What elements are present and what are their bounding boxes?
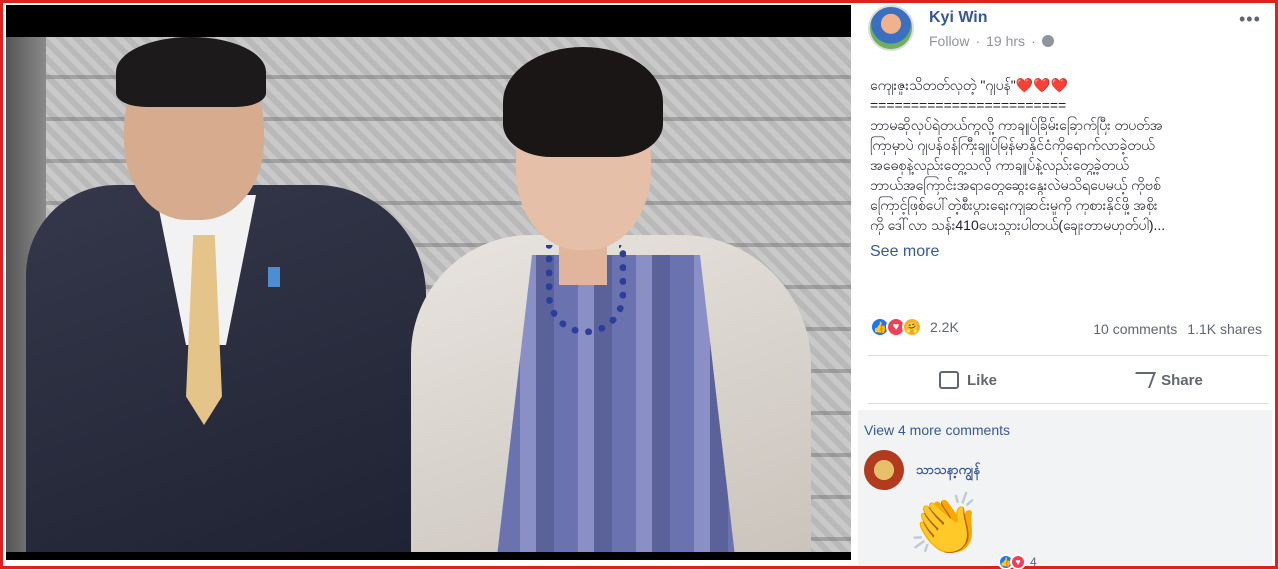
see-more-link[interactable]: See more bbox=[870, 243, 939, 261]
action-bar: Like Share bbox=[868, 363, 1268, 397]
post-line-1: ကျေးဇူးသိတတ်လှတဲ့ "ဂျပန်"❤️❤️❤️ bbox=[870, 77, 1069, 93]
hearts-emoji: ❤️❤️❤️ bbox=[1015, 77, 1069, 93]
share-arrow-icon bbox=[1130, 372, 1157, 388]
post-text: ကျေးဇူးသိတတ်လှတဲ့ "ဂျပန်"❤️❤️❤️ ========… bbox=[870, 75, 1265, 235]
post-line-3: ဘာမဆိုလုပ်ရဲတယ်ကွလို့ ကာချုပ်ခြိမ်းခြောက… bbox=[870, 117, 1163, 133]
post-line-6: ဘာယ်အကြောင်းအရာတွေဆွေးနွေးလဲမသိရပေမယ့် က… bbox=[870, 177, 1161, 193]
like-button[interactable]: Like bbox=[868, 363, 1068, 397]
post-time[interactable]: 19 hrs bbox=[986, 33, 1025, 49]
commenter-avatar[interactable] bbox=[864, 450, 904, 490]
share-button[interactable]: Share bbox=[1068, 363, 1268, 397]
engagement-counts: 10 comments 1.1K shares bbox=[1093, 321, 1262, 337]
divider bbox=[868, 355, 1268, 356]
globe-icon bbox=[1041, 35, 1054, 47]
follow-link[interactable]: Follow bbox=[929, 33, 969, 49]
love-reaction-icon: ♥ bbox=[1010, 554, 1026, 569]
reactions-summary[interactable]: 👍 ♥ 🤗 2.2K bbox=[870, 317, 959, 337]
post-line-7: ကြောင့်ဖြစ်ပေါ်တဲ့စီးပွားရေးကျဆင်းမှုကို… bbox=[870, 197, 1158, 213]
post-photo[interactable] bbox=[6, 5, 851, 560]
reaction-count: 2.2K bbox=[930, 319, 959, 335]
post-line-2: ======================== bbox=[870, 97, 1067, 113]
author-name[interactable]: Kyi Win bbox=[929, 9, 988, 27]
more-options-icon[interactable]: ••• bbox=[1239, 9, 1261, 30]
post-meta: Follow · 19 hrs · bbox=[929, 33, 1054, 49]
post-line-5: အဓေစုနဲ့လည်းတွေ့သလို ကာချုပ်နဲ့လည်းတွေ့ခ… bbox=[870, 157, 1129, 173]
thumbs-up-icon bbox=[938, 371, 959, 389]
post-panel: Kyi Win Follow · 19 hrs · ••• ကျေးဇူးသိတ… bbox=[854, 5, 1272, 569]
commenter-name[interactable]: သာသနာ့ကျွန် bbox=[916, 462, 980, 481]
care-reaction-icon: 🤗 bbox=[902, 317, 922, 337]
comment-reactions[interactable]: 👍 ♥ 4 bbox=[998, 554, 1037, 569]
shares-count[interactable]: 1.1K shares bbox=[1187, 321, 1262, 337]
comment-reaction-count: 4 bbox=[1030, 555, 1037, 569]
view-more-comments-link[interactable]: View 4 more comments bbox=[864, 422, 1010, 438]
post-line-4: ကြာမှာပဲ ဂျပန်ဝန်ကြီးချုပ်မြန်မာနိုင်ငံက… bbox=[870, 137, 1155, 153]
comments-section: View 4 more comments သာသနာ့ကျွန် 👏 👍 ♥ 4 bbox=[858, 410, 1272, 569]
divider bbox=[868, 403, 1268, 404]
comments-count[interactable]: 10 comments bbox=[1093, 321, 1177, 337]
author-avatar[interactable] bbox=[868, 5, 914, 51]
clapping-hands-sticker: 👏 bbox=[908, 491, 983, 558]
post-line-8: ကို ဒေါ်လာ သန်း410ပေးသွားပါတယ်(ချေးတာမဟု… bbox=[870, 217, 1166, 233]
